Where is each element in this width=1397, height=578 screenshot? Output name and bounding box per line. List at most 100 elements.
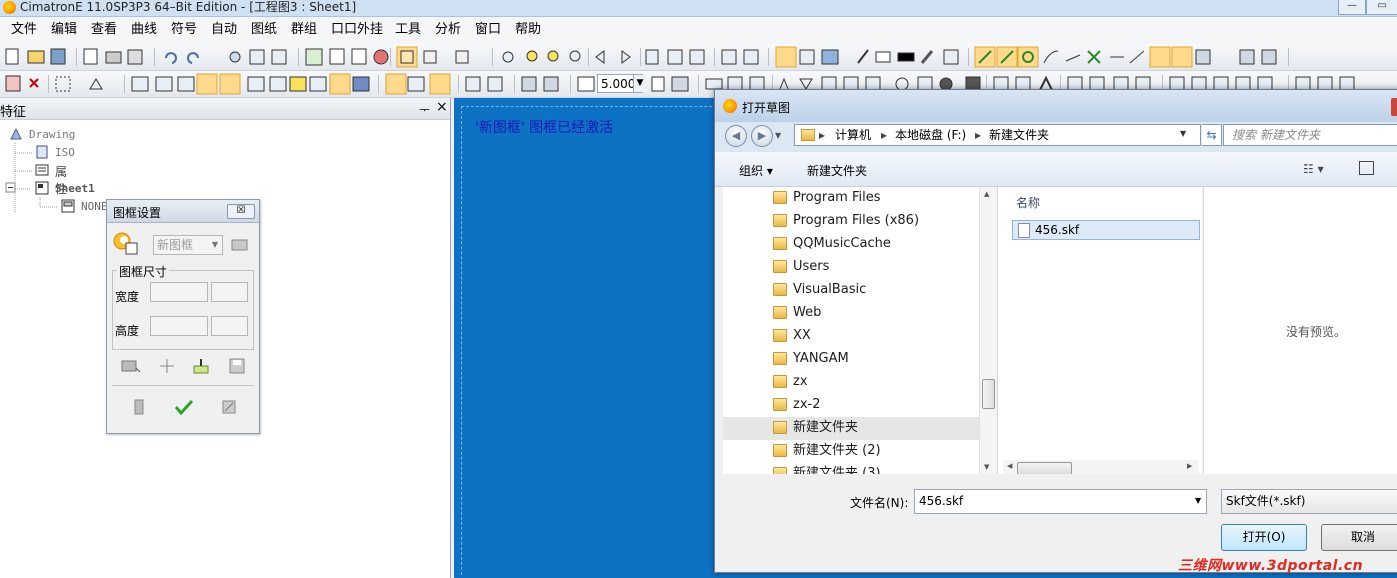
view-options-icon[interactable]: ☷ ▾ <box>1303 162 1324 176</box>
organize-button[interactable]: 组织 ▾ <box>739 162 773 179</box>
address-dropdown-icon[interactable]: ▼ <box>1180 129 1186 138</box>
column-header-name[interactable]: 名称 <box>1016 194 1040 211</box>
menu-auto[interactable]: 自动 <box>211 21 237 39</box>
pin-icon[interactable]: ᅮ <box>419 101 430 118</box>
cancel-button[interactable]: 取消 <box>1321 524 1397 551</box>
preview-pane-icon[interactable] <box>1359 161 1374 175</box>
maximize-button[interactable]: ▭ <box>1366 0 1397 15</box>
open-dialog-close-button[interactable] <box>1391 98 1397 116</box>
folder-label: 新建文件夹 (3) <box>793 466 881 474</box>
menu-help[interactable]: 帮助 <box>515 21 541 39</box>
folder-item[interactable]: YANGAM <box>723 348 979 371</box>
insert-frame-icon[interactable] <box>193 358 209 374</box>
folder-label: zx-2 <box>793 397 821 412</box>
folder-item[interactable]: zx <box>723 371 979 394</box>
title-bar: CimatronE 11.0SP3P3 64–Bit Edition - [工程… <box>0 0 1397 17</box>
open-dialog-titlebar: 打开草图 <box>715 90 1397 122</box>
menu-tools[interactable]: 工具 <box>395 21 421 39</box>
tree-item-sheet1[interactable]: Sheet1 <box>35 181 95 198</box>
folder-item[interactable]: XX <box>723 325 979 348</box>
iso-icon <box>36 145 48 159</box>
height-unit-input[interactable] <box>211 316 248 336</box>
tree-label-iso: ISO <box>55 146 75 159</box>
back-icon[interactable]: ◀ <box>725 125 747 147</box>
recent-dropdown-icon[interactable]: ▼ <box>775 131 781 140</box>
folder-label: 新建文件夹 (2) <box>793 443 881 458</box>
breadcrumb[interactable]: ▸ 计算机 ▸ 本地磁盘 (F:) ▸ 新建文件夹 ▼ <box>794 124 1201 146</box>
menu-analysis[interactable]: 分析 <box>435 21 461 39</box>
search-input[interactable]: 搜索 新建文件夹 <box>1223 124 1397 146</box>
filename-input[interactable]: 456.skf <box>914 489 1207 514</box>
folder-icon <box>773 467 787 474</box>
folder-icon <box>773 421 787 434</box>
menu-drawing[interactable]: 图纸 <box>251 21 277 39</box>
scroll-down-icon[interactable]: ▼ <box>984 463 989 471</box>
breadcrumb-folder[interactable]: 新建文件夹 <box>989 128 1049 142</box>
folder-item[interactable]: Web <box>723 302 979 325</box>
height-input[interactable] <box>150 316 208 336</box>
folder-item[interactable]: 新建文件夹 (2) <box>723 440 979 463</box>
tree-label-drawing: Drawing <box>29 128 76 141</box>
command-bar: 组织 ▾ 新建文件夹 ☷ ▾ <box>715 152 1397 187</box>
frame-settings-close-button[interactable]: ☒ <box>227 204 255 219</box>
scroll-thumb[interactable] <box>982 379 995 409</box>
frame-select-dropdown-icon[interactable]: ▼ <box>208 236 222 254</box>
open-button[interactable]: 打开(O) <box>1221 524 1307 551</box>
exit-icon[interactable] <box>131 399 147 415</box>
menu-file[interactable]: 文件 <box>11 21 37 39</box>
tree-item-drawing[interactable]: Drawing <box>9 127 75 144</box>
menu-view[interactable]: 查看 <box>91 21 117 39</box>
menu-plugin[interactable]: 口口外挂 <box>331 21 383 39</box>
pick-frame-icon[interactable] <box>121 358 141 374</box>
folder-item[interactable]: 新建文件夹 (3) <box>723 463 979 474</box>
menu-curve[interactable]: 曲线 <box>131 21 157 39</box>
scale-dropdown-icon[interactable]: ▼ <box>633 75 646 92</box>
cancel-icon[interactable] <box>221 399 237 415</box>
panel-close-icon[interactable]: × <box>436 99 448 115</box>
folder-icon <box>773 398 787 411</box>
folder-label: 新建文件夹 <box>793 420 859 435</box>
no-preview-text: 没有预览。 <box>1286 325 1347 339</box>
scroll-right-icon[interactable]: ▶ <box>1187 462 1192 470</box>
tree-item-properties[interactable]: 属性 <box>35 163 67 196</box>
menu-window[interactable]: 窗口 <box>475 21 501 39</box>
folder-item[interactable]: Program Files (x86) <box>723 210 979 233</box>
save-frame-icon[interactable] <box>229 358 245 374</box>
breadcrumb-drive[interactable]: 本地磁盘 (F:) <box>895 128 966 142</box>
minimize-button[interactable]: — <box>1338 0 1366 15</box>
scroll-up-icon[interactable]: ▲ <box>984 190 989 198</box>
filetype-select[interactable]: Skf文件(*.skf) <box>1221 489 1397 514</box>
refresh-icon[interactable]: ⇆ <box>1202 124 1222 146</box>
menu-group[interactable]: 群组 <box>291 21 317 39</box>
breadcrumb-sep-icon: ▸ <box>975 128 982 142</box>
folder-item[interactable]: zx-2 <box>723 394 979 417</box>
folder-item[interactable]: QQMusicCache <box>723 233 979 256</box>
tree-item-iso[interactable]: ISO <box>35 145 75 162</box>
new-folder-button[interactable]: 新建文件夹 <box>807 162 867 179</box>
breadcrumb-computer[interactable]: 计算机 <box>835 128 871 142</box>
scroll-left-icon[interactable]: ◀ <box>1007 462 1012 470</box>
confirm-check-icon[interactable] <box>174 399 194 416</box>
file-item-selected[interactable]: 456.skf <box>1012 220 1200 240</box>
move-icon[interactable] <box>159 358 175 374</box>
folder-item[interactable]: VisualBasic <box>723 279 979 302</box>
breadcrumb-folder-icon <box>801 129 815 141</box>
folder-icon <box>773 283 787 296</box>
width-unit-input[interactable] <box>211 282 248 302</box>
menu-edit[interactable]: 编辑 <box>51 21 77 39</box>
folder-open-icon[interactable] <box>231 237 249 251</box>
filename-dropdown-icon[interactable]: ▼ <box>1195 496 1201 505</box>
forward-icon[interactable]: ▶ <box>751 125 773 147</box>
folder-item[interactable]: Users <box>723 256 979 279</box>
tree-item-none[interactable]: NONE <box>61 199 108 216</box>
folder-item[interactable]: Program Files <box>723 187 979 210</box>
folder-pane-scrollbar[interactable]: ▲ ▼ <box>979 187 996 474</box>
frame-size-label: 图框尺寸 <box>117 263 170 280</box>
folder-icon <box>773 375 787 388</box>
file-name: 456.skf <box>1035 223 1080 237</box>
menu-symbol[interactable]: 符号 <box>171 21 197 39</box>
folder-item-selected[interactable]: 新建文件夹 <box>723 417 979 440</box>
open-dialog-title: 打开草图 <box>742 101 791 115</box>
width-input[interactable] <box>150 282 208 302</box>
frame-settings-title: 图框设置 <box>113 206 162 220</box>
